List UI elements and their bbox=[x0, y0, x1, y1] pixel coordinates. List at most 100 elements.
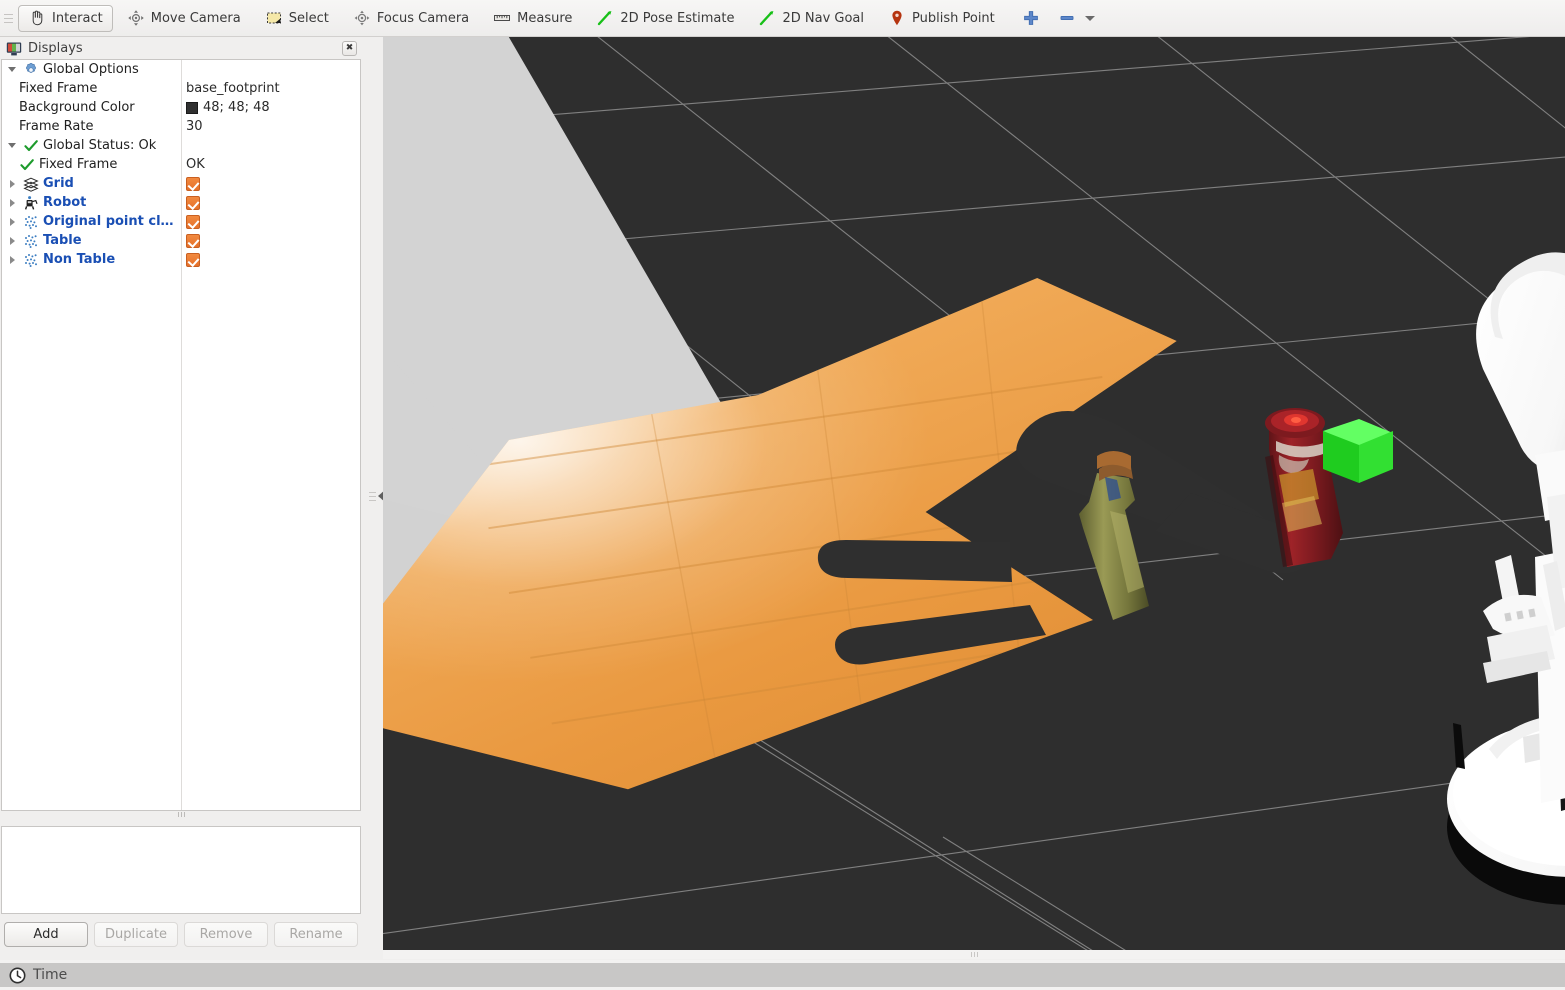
splitter-grip[interactable] bbox=[369, 492, 376, 501]
tree-label: Background Color bbox=[19, 100, 135, 115]
tree-value[interactable]: 48; 48; 48 bbox=[181, 100, 360, 115]
main-toolbar: Interact Move Camera Select bbox=[0, 0, 1565, 37]
tree-label: Robot bbox=[43, 195, 86, 210]
tool-interact-label: Interact bbox=[52, 11, 103, 26]
expander-closed-icon[interactable] bbox=[6, 253, 19, 266]
tree-row-global-status[interactable]: Global Status: Ok bbox=[2, 136, 360, 155]
tree-label: Original point cl… bbox=[43, 214, 174, 229]
tree-row-original-point-cloud[interactable]: Original point cl… bbox=[2, 212, 360, 231]
grid-enabled-checkbox[interactable] bbox=[186, 177, 200, 191]
time-panel-label: Time bbox=[33, 967, 67, 983]
remove-button[interactable]: Remove bbox=[184, 922, 268, 947]
move-camera-icon bbox=[127, 9, 145, 27]
ruler-icon bbox=[493, 9, 511, 27]
duplicate-button[interactable]: Duplicate bbox=[94, 922, 178, 947]
tree-label: Grid bbox=[43, 176, 74, 191]
remove-tool-button[interactable] bbox=[1051, 5, 1102, 32]
displays-panel-splitter[interactable] bbox=[1, 811, 361, 818]
tool-publish-point[interactable]: Publish Point bbox=[878, 5, 1005, 32]
gear-icon bbox=[23, 62, 39, 78]
expander-closed-icon[interactable] bbox=[6, 234, 19, 247]
close-icon[interactable]: ✖ bbox=[342, 41, 357, 56]
tree-value[interactable] bbox=[181, 234, 360, 248]
select-rect-icon bbox=[265, 9, 283, 27]
tool-2d-nav-goal-label: 2D Nav Goal bbox=[782, 11, 864, 26]
expander-open-icon[interactable] bbox=[6, 63, 19, 76]
tool-publish-point-label: Publish Point bbox=[912, 11, 995, 26]
tree-value[interactable] bbox=[181, 177, 360, 191]
expander-closed-icon[interactable] bbox=[6, 196, 19, 209]
tree-row-frame-rate[interactable]: Frame Rate 30 bbox=[2, 117, 360, 136]
add-tool-button[interactable] bbox=[1015, 5, 1047, 32]
remove-button-label: Remove bbox=[200, 927, 253, 942]
robot-enabled-checkbox[interactable] bbox=[186, 196, 200, 210]
chevron-down-icon[interactable] bbox=[1085, 16, 1095, 21]
tree-row-status-fixed-frame[interactable]: Fixed Frame OK bbox=[2, 155, 360, 174]
tree-label: Table bbox=[43, 233, 82, 248]
dock-splitter[interactable] bbox=[371, 37, 383, 955]
duplicate-button-label: Duplicate bbox=[105, 927, 167, 942]
toolbar-drag-handle[interactable] bbox=[4, 7, 13, 29]
tool-measure[interactable]: Measure bbox=[483, 5, 582, 32]
tree-row-non-table[interactable]: Non Table bbox=[2, 250, 360, 269]
check-ok-icon bbox=[19, 157, 35, 173]
map-pin-icon bbox=[888, 9, 906, 27]
rename-button[interactable]: Rename bbox=[274, 922, 358, 947]
time-panel: Time bbox=[0, 960, 1565, 990]
3d-viewport[interactable] bbox=[383, 37, 1565, 950]
tree-value[interactable] bbox=[181, 196, 360, 210]
tool-measure-label: Measure bbox=[517, 11, 572, 26]
pointcloud-icon bbox=[23, 252, 39, 268]
tool-move-camera[interactable]: Move Camera bbox=[117, 5, 251, 32]
tree-value[interactable]: OK bbox=[181, 157, 360, 172]
pointcloud-icon bbox=[23, 214, 39, 230]
viewport-bottom-splitter[interactable] bbox=[383, 950, 1565, 959]
3d-scene[interactable] bbox=[383, 37, 1565, 950]
tree-value[interactable]: base_footprint bbox=[181, 81, 360, 96]
background-color-value: 48; 48; 48 bbox=[203, 100, 270, 115]
tree-label: Frame Rate bbox=[19, 119, 93, 134]
clock-icon bbox=[9, 967, 26, 984]
color-swatch[interactable] bbox=[186, 102, 198, 114]
tool-2d-nav-goal[interactable]: 2D Nav Goal bbox=[748, 5, 874, 32]
tree-row-fixed-frame[interactable]: Fixed Frame base_footprint bbox=[2, 79, 360, 98]
plus-icon bbox=[1022, 9, 1040, 27]
tree-row-table[interactable]: Table bbox=[2, 231, 360, 250]
tree-row-background-color[interactable]: Background Color 48; 48; 48 bbox=[2, 98, 360, 117]
expander-closed-icon[interactable] bbox=[6, 215, 19, 228]
expander-open-icon[interactable] bbox=[6, 139, 19, 152]
tree-value[interactable] bbox=[181, 215, 360, 229]
non-table-enabled-checkbox[interactable] bbox=[186, 253, 200, 267]
rviz-window: Interact Move Camera Select bbox=[0, 0, 1565, 990]
displays-panel-title-bar: Displays ✖ bbox=[1, 38, 361, 59]
add-button[interactable]: Add bbox=[4, 922, 88, 947]
pointcloud-icon bbox=[23, 233, 39, 249]
tool-move-camera-label: Move Camera bbox=[151, 11, 241, 26]
tool-interact[interactable]: Interact bbox=[18, 5, 113, 32]
original-point-cloud-enabled-checkbox[interactable] bbox=[186, 215, 200, 229]
left-dock: Displays ✖ Global Options bbox=[0, 37, 372, 955]
tree-row-global-options[interactable]: Global Options bbox=[2, 60, 360, 79]
robot-icon bbox=[23, 195, 39, 211]
tree-label: Global Options bbox=[43, 62, 139, 77]
display-description-box bbox=[1, 826, 361, 914]
tree-label: Fixed Frame bbox=[39, 157, 117, 172]
check-ok-icon bbox=[23, 138, 39, 154]
tree-row-grid[interactable]: Grid bbox=[2, 174, 360, 193]
displays-monitor-icon bbox=[6, 41, 22, 57]
tree-label: Fixed Frame bbox=[19, 81, 97, 96]
tree-row-robot[interactable]: Robot bbox=[2, 193, 360, 212]
focus-camera-icon bbox=[353, 9, 371, 27]
tree-value[interactable]: 30 bbox=[181, 119, 360, 134]
table-enabled-checkbox[interactable] bbox=[186, 234, 200, 248]
tree-label: Global Status: Ok bbox=[43, 138, 156, 153]
tool-select[interactable]: Select bbox=[255, 5, 339, 32]
pose-arrow-icon bbox=[596, 9, 614, 27]
displays-tree[interactable]: Global Options Fixed Frame base_footprin… bbox=[1, 59, 361, 811]
tool-focus-camera[interactable]: Focus Camera bbox=[343, 5, 479, 32]
tool-focus-camera-label: Focus Camera bbox=[377, 11, 469, 26]
tree-value[interactable] bbox=[181, 253, 360, 267]
tree-label: Non Table bbox=[43, 252, 115, 267]
expander-closed-icon[interactable] bbox=[6, 177, 19, 190]
tool-2d-pose-estimate[interactable]: 2D Pose Estimate bbox=[586, 5, 744, 32]
